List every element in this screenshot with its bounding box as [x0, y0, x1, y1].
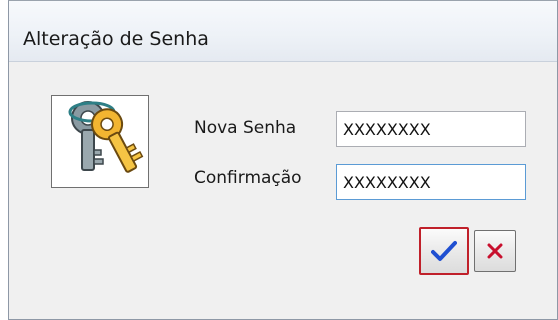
dialog-body: Nova Senha Confirmação	[9, 62, 557, 319]
checkmark-icon	[431, 241, 457, 261]
close-icon	[487, 243, 503, 259]
new-password-input[interactable]	[336, 111, 526, 147]
new-password-label: Nova Senha	[194, 118, 297, 138]
password-change-dialog: Alteração de Senha Nova Senha XXXXXXXX C…	[8, 0, 558, 320]
confirm-password-label: Confirmação	[194, 168, 302, 188]
cancel-button[interactable]	[474, 230, 516, 272]
confirm-button[interactable]	[419, 227, 469, 275]
keys-icon	[68, 101, 144, 173]
title-bar[interactable]: Alteração de Senha	[9, 1, 557, 62]
window-title: Alteração de Senha	[23, 28, 209, 50]
keys-icon-frame	[51, 95, 149, 188]
confirm-password-input[interactable]	[336, 164, 526, 200]
